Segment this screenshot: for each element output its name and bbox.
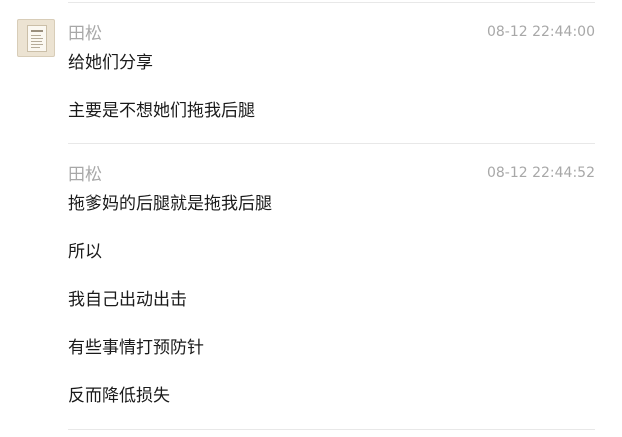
divider bbox=[68, 429, 595, 430]
message-text[interactable]: 所以 bbox=[68, 241, 102, 263]
sender-name: 田松 bbox=[68, 165, 102, 185]
message-text[interactable]: 拖爹妈的后腿就是拖我后腿 bbox=[68, 193, 272, 215]
divider bbox=[68, 143, 595, 144]
message-text[interactable]: 主要是不想她们拖我后腿 bbox=[68, 100, 255, 122]
sender-name: 田松 bbox=[68, 24, 102, 44]
divider bbox=[68, 2, 595, 3]
message-text[interactable]: 有些事情打预防针 bbox=[68, 337, 204, 359]
message-text[interactable]: 给她们分享 bbox=[68, 52, 153, 74]
avatar[interactable] bbox=[17, 19, 55, 57]
message-timestamp: 08-12 22:44:52 bbox=[486, 165, 595, 181]
message-text[interactable]: 我自己出动出击 bbox=[68, 289, 187, 311]
message-timestamp: 08-12 22:44:00 bbox=[486, 24, 595, 40]
chat-history: 田松 08-12 22:44:00 给她们分享 主要是不想她们拖我后腿 田松 0… bbox=[0, 0, 622, 437]
message-text[interactable]: 反而降低损失 bbox=[68, 385, 170, 407]
avatar-image bbox=[27, 25, 47, 52]
